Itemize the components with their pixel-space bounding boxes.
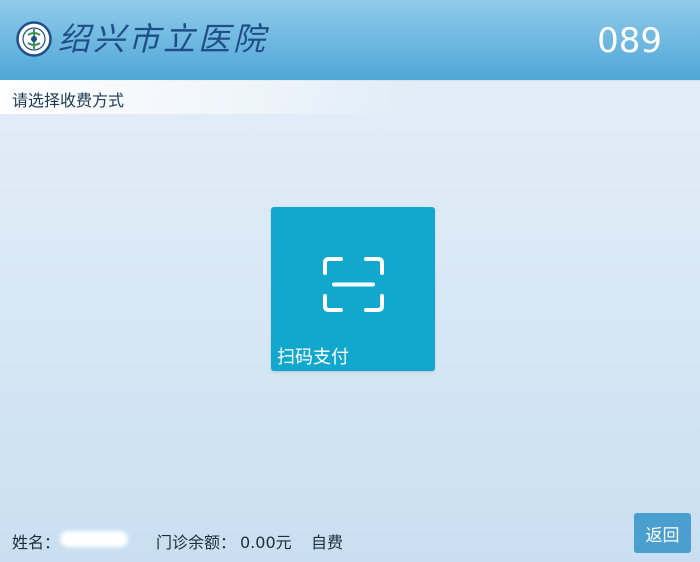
instruction-text: 请选择收费方式 bbox=[12, 91, 125, 110]
hospital-name: 绍兴市立医院 bbox=[58, 20, 269, 58]
terminal-number: 089 bbox=[597, 21, 662, 61]
patient-name-redacted bbox=[60, 531, 128, 547]
app-header: 绍兴市立医院 089 bbox=[0, 0, 700, 80]
scan-qr-icon bbox=[323, 257, 384, 312]
patient-name-label: 姓名： bbox=[12, 533, 61, 552]
hospital-emblem-icon bbox=[16, 21, 52, 57]
back-button[interactable]: 返回 bbox=[634, 513, 691, 553]
scan-pay-label: 扫码支付 bbox=[277, 347, 349, 368]
scan-pay-button[interactable]: 扫码支付 bbox=[271, 207, 435, 371]
balance-value: 0.00元 bbox=[240, 533, 292, 552]
balance-label: 门诊余额： bbox=[156, 533, 237, 552]
payment-type: 自费 bbox=[311, 533, 344, 552]
